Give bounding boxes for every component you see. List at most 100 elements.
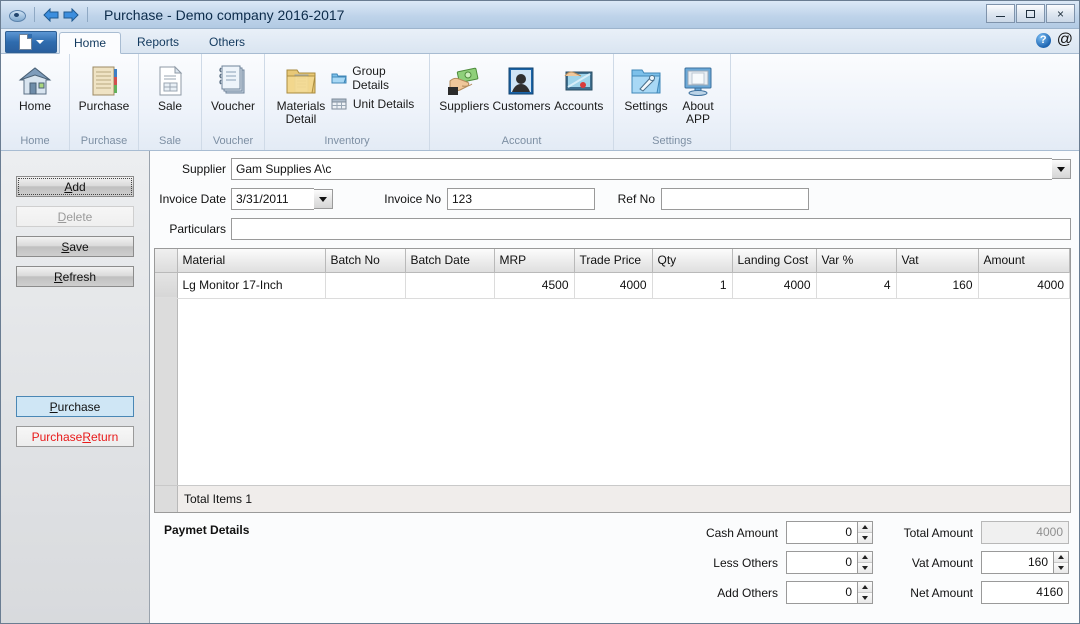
notebook-icon <box>217 60 249 98</box>
cell-material[interactable]: Lg Monitor 17-Inch <box>177 272 325 298</box>
col-mrp[interactable]: MRP <box>494 249 574 272</box>
col-landing-cost[interactable]: Landing Cost <box>732 249 816 272</box>
stepper-up-icon[interactable] <box>858 552 872 563</box>
wrench-folder-icon <box>629 60 663 98</box>
stepper-buttons[interactable] <box>858 551 873 574</box>
invoice-row: Invoice Date 3/31/2011 Invoice No 123 Re… <box>154 187 1071 211</box>
ref-no-input[interactable] <box>661 188 809 210</box>
delete-button[interactable]: Delete <box>16 206 134 227</box>
help-icon[interactable]: ? <box>1036 33 1051 48</box>
ribbon-button-voucher[interactable]: Voucher <box>208 58 258 113</box>
cell-amount[interactable]: 4000 <box>978 272 1070 298</box>
chevron-down-icon[interactable] <box>1052 159 1071 179</box>
stepper-down-icon[interactable] <box>858 533 872 543</box>
ribbon-button-accounts[interactable]: Accounts <box>551 58 607 113</box>
cell-var-pct[interactable]: 4 <box>816 272 896 298</box>
cell-landing-cost[interactable]: 4000 <box>732 272 816 298</box>
maximize-button[interactable] <box>1016 4 1045 23</box>
cash-amount-stepper[interactable]: 0 <box>786 521 873 544</box>
col-material[interactable]: Material <box>177 249 325 272</box>
less-others-input[interactable]: 0 <box>786 551 858 574</box>
stepper-down-icon[interactable] <box>858 563 872 573</box>
col-var-pct[interactable]: Var % <box>816 249 896 272</box>
vat-amount-label: Vat Amount <box>881 556 973 570</box>
at-icon[interactable]: @ <box>1057 32 1073 48</box>
col-qty[interactable]: Qty <box>652 249 732 272</box>
col-vat[interactable]: Vat <box>896 249 978 272</box>
ribbon-button-sale[interactable]: Sale <box>145 58 195 113</box>
invoice-date-picker[interactable]: 3/31/2011 <box>231 188 333 210</box>
add-others-stepper[interactable]: 0 <box>786 581 873 604</box>
ribbon-group-title: Account <box>430 132 613 150</box>
purchase-form: Supplier Gam Supplies A\c Invoice Date 3… <box>154 157 1071 247</box>
tab-reports[interactable]: Reports <box>123 31 193 53</box>
forward-arrow-icon[interactable] <box>61 6 81 24</box>
col-trade-price[interactable]: Trade Price <box>574 249 652 272</box>
file-menu-button[interactable] <box>5 31 57 53</box>
ribbon-button-customers[interactable]: Customers <box>492 58 550 113</box>
purchase-items-grid: Material Batch No Batch Date MRP Trade P… <box>154 248 1071 513</box>
col-batch-no[interactable]: Batch No <box>325 249 405 272</box>
supplier-combo[interactable]: Gam Supplies A\c <box>231 158 1071 180</box>
cell-batch-no[interactable] <box>325 272 405 298</box>
table-row[interactable]: Lg Monitor 17-Inch 4500 4000 1 4000 4 16… <box>155 272 1070 298</box>
refresh-button[interactable]: Refresh <box>16 266 134 287</box>
save-button[interactable]: Save <box>16 236 134 257</box>
cell-trade-price[interactable]: 4000 <box>574 272 652 298</box>
stepper-buttons[interactable] <box>858 581 873 604</box>
ribbon-button-label: Materials Detail <box>277 100 326 126</box>
stepper-buttons[interactable] <box>858 521 873 544</box>
cash-amount-input[interactable]: 0 <box>786 521 858 544</box>
stepper-up-icon[interactable] <box>858 522 872 533</box>
net-amount-input[interactable]: 4160 <box>981 581 1069 604</box>
stepper-down-icon[interactable] <box>858 593 872 603</box>
calendar-chevron-icon[interactable] <box>314 189 333 209</box>
page-icon <box>19 34 32 50</box>
purchase-button[interactable]: Purchase <box>16 396 134 417</box>
particulars-label: Particulars <box>154 222 226 236</box>
col-amount[interactable]: Amount <box>978 249 1070 272</box>
minimize-button[interactable] <box>986 4 1015 23</box>
ribbon-button-unit-details[interactable]: Unit Details <box>331 96 423 111</box>
less-others-stepper[interactable]: 0 <box>786 551 873 574</box>
stepper-down-icon[interactable] <box>1054 563 1068 573</box>
purchase-return-button[interactable]: Purchase Return <box>16 426 134 447</box>
tab-others[interactable]: Others <box>195 31 259 53</box>
ribbon-button-home[interactable]: Home <box>7 58 63 113</box>
add-button[interactable]: Add <box>16 176 134 197</box>
add-others-input[interactable]: 0 <box>786 581 858 604</box>
grid-blank <box>178 299 1070 486</box>
ribbon-button-label: About APP <box>682 100 713 126</box>
content-area: Add Delete Save Refresh Purchase Purchas… <box>1 151 1079 623</box>
ribbon-button-materials-detail[interactable]: Materials Detail <box>271 58 331 126</box>
stepper-up-icon[interactable] <box>858 582 872 593</box>
vat-amount-input[interactable]: 160 <box>981 551 1054 574</box>
back-arrow-icon[interactable] <box>41 6 61 24</box>
ribbon-button-about-app[interactable]: About APP <box>672 58 724 126</box>
ribbon: Home Home <box>1 54 1079 151</box>
cell-batch-date[interactable] <box>405 272 494 298</box>
supplier-input[interactable]: Gam Supplies A\c <box>231 158 1052 180</box>
ribbon-button-group-details[interactable]: Group Details <box>331 64 423 92</box>
particulars-input[interactable] <box>231 218 1071 240</box>
ribbon-group-home: Home Home <box>1 54 70 150</box>
payment-details-section: Paymet Details Cash Amount 0 Total Amoun… <box>154 513 1071 623</box>
cell-mrp[interactable]: 4500 <box>494 272 574 298</box>
row-selector-cell[interactable] <box>155 272 177 298</box>
cell-qty[interactable]: 1 <box>652 272 732 298</box>
vat-amount-stepper[interactable]: 160 <box>981 551 1069 574</box>
close-button[interactable]: × <box>1046 4 1075 23</box>
tab-home[interactable]: Home <box>59 32 121 54</box>
ribbon-group-title: Settings <box>614 132 730 150</box>
invoice-date-input[interactable]: 3/31/2011 <box>231 188 314 210</box>
stepper-up-icon[interactable] <box>1054 552 1068 563</box>
grid-footer-rail <box>155 486 178 512</box>
stepper-buttons[interactable] <box>1054 551 1069 574</box>
ribbon-button-suppliers[interactable]: Suppliers <box>436 58 492 113</box>
cell-vat[interactable]: 160 <box>896 272 978 298</box>
ribbon-button-purchase[interactable]: Purchase <box>76 58 132 113</box>
col-batch-date[interactable]: Batch Date <box>405 249 494 272</box>
invoice-no-input[interactable]: 123 <box>447 188 595 210</box>
eye-icon <box>6 6 28 24</box>
ribbon-button-settings[interactable]: Settings <box>620 58 672 113</box>
